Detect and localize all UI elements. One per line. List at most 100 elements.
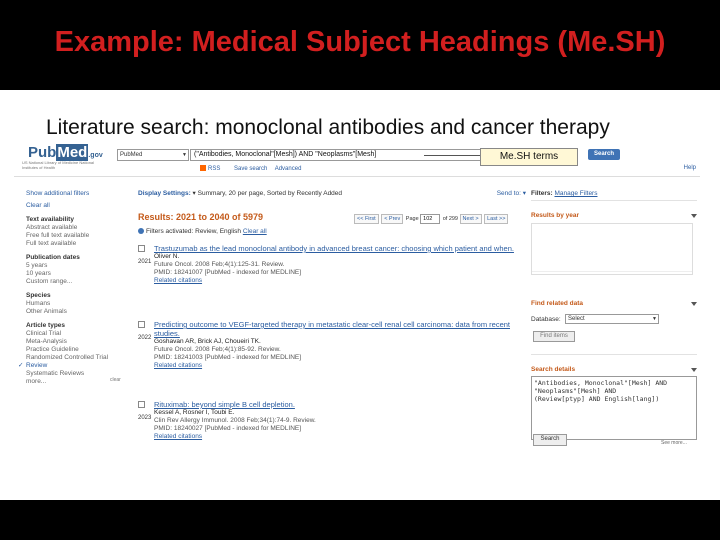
database-dropdown[interactable]: Select ▼ [565, 314, 659, 324]
results-by-year-chart[interactable] [531, 223, 693, 275]
clear-all-link[interactable]: Clear all [26, 202, 136, 210]
filter-item[interactable]: Free full text available [26, 232, 136, 240]
logo-gov: .gov [88, 152, 103, 159]
result-checkbox[interactable] [138, 245, 145, 252]
rss-link[interactable]: RSS [200, 165, 226, 172]
result-title-link[interactable]: Trastuzumab as the lead monoclonal antib… [154, 244, 526, 253]
pagination: << First < Prev Page 102 of 299 Next > L… [354, 214, 509, 224]
related-citations-link[interactable]: Related citations [154, 277, 526, 285]
result-number: 2022 [138, 335, 152, 341]
result-journal: Future Oncol. 2008 Feb;4(1):125-31. Revi… [154, 261, 285, 268]
result-journal: Clin Rev Allergy Immunol. 2008 Feb;34(1)… [154, 417, 316, 424]
filter-item[interactable]: 5 years [26, 262, 136, 270]
database-select[interactable]: PubMed ▼ [117, 149, 189, 161]
chevron-down-icon: ▼ [182, 152, 187, 158]
search-details-heading: Search details [531, 366, 576, 373]
result-number: 2023 [138, 415, 152, 421]
result-journal: Future Oncol. 2008 Feb;4(1):85-92. Revie… [154, 346, 281, 353]
filter-item[interactable]: 10 years [26, 270, 136, 278]
result-number: 2021 [138, 259, 152, 265]
result-pmid: PMID: 18240027 [PubMed - indexed for MED… [154, 425, 302, 432]
filter-item[interactable]: Clinical Trial [26, 330, 136, 338]
chevron-down-icon: ▾ [192, 190, 196, 197]
database-select-value: PubMed [120, 152, 143, 158]
result-title-link[interactable]: Rituximab: beyond simple B cell depletio… [154, 400, 526, 409]
manage-filters-link[interactable]: Manage Filters [554, 190, 597, 197]
result-checkbox[interactable] [138, 321, 145, 328]
advanced-link[interactable]: Advanced [275, 166, 302, 172]
last-page-button[interactable]: Last >> [484, 214, 509, 224]
rss-icon [200, 165, 206, 171]
callout-pointer [424, 155, 480, 156]
filters-heading: Filters: Manage Filters [531, 190, 598, 197]
send-to-link[interactable]: Send to: ▾ [497, 190, 526, 198]
next-page-button[interactable]: Next > [459, 214, 482, 224]
display-settings-link[interactable]: Display Settings: [138, 190, 191, 197]
divider [531, 200, 697, 201]
page-input[interactable]: 102 [420, 214, 441, 224]
filter-item[interactable]: Practice Guideline [26, 346, 136, 354]
species-heading: Species [26, 292, 51, 299]
article-types-heading: Article types [26, 322, 66, 329]
prev-page-button[interactable]: < Prev [381, 214, 404, 224]
search-button[interactable]: Search [588, 149, 620, 160]
logo-pub: Pub [28, 144, 57, 161]
logo-med: Med [56, 144, 89, 161]
result-pmid: PMID: 18241003 [PubMed - indexed for MED… [154, 354, 302, 361]
logo-subtitle: US National Library of Medicine National… [22, 160, 95, 170]
result-title-link[interactable]: Predicting outcome to VEGF-targeted ther… [154, 320, 526, 338]
filter-item[interactable]: Full text available [26, 240, 136, 248]
check-icon: ✓ [18, 362, 24, 369]
filter-item[interactable]: Meta-Analysis [26, 338, 136, 346]
pubmed-header: PubMed.gov US National Library of Medici… [14, 140, 700, 177]
collapse-icon[interactable] [691, 368, 697, 372]
text-availability-heading: Text availability [26, 216, 74, 223]
slide-subtitle: Literature search: monoclonal antibodies… [46, 116, 610, 139]
display-settings-row: Display Settings: ▾ Summary, 20 per page… [138, 190, 528, 199]
search-links: RSS Save search Advanced [200, 165, 307, 172]
filters-activated: Filters activated: Review, English Clear… [138, 228, 267, 236]
save-search-link[interactable]: Save search [234, 166, 267, 172]
first-page-button[interactable]: << First [354, 214, 379, 224]
see-more-link[interactable]: See more... [661, 439, 687, 447]
page-label: Page [405, 216, 419, 222]
filter-item[interactable]: Randomized Controlled Trial [26, 354, 136, 362]
slide-title: Example: Medical Subject Headings (Me.SH… [54, 26, 666, 58]
display-settings-value: Summary, 20 per page, Sorted by Recently… [197, 190, 343, 197]
find-items-button[interactable]: Find items [533, 331, 575, 342]
collapse-icon[interactable] [691, 214, 697, 218]
article-types-clear-link[interactable]: clear [110, 377, 121, 383]
chevron-down-icon: ▼ [652, 316, 657, 322]
search-details-query[interactable]: "Antibodies, Monoclonal"[Mesh] AND "Neop… [531, 376, 697, 440]
find-related-heading: Find related data [531, 300, 584, 307]
filter-item[interactable]: Humans [26, 300, 136, 308]
filter-icon [138, 228, 144, 234]
collapse-icon[interactable] [691, 302, 697, 306]
results-count: Results: 2021 to 2040 of 5979 [138, 212, 264, 222]
filter-item[interactable]: Other Animals [26, 308, 136, 316]
related-citations-link[interactable]: Related citations [154, 362, 526, 370]
mesh-callout: Me.SH terms [480, 148, 578, 166]
filter-sidebar: Show additional filters Clear all Text a… [18, 190, 136, 386]
result-authors: Kessel A, Rosner I, Toubi E. [154, 409, 235, 416]
filter-item[interactable]: Abstract available [26, 224, 136, 232]
pubmed-logo[interactable]: PubMed.gov [22, 143, 104, 161]
filters-clear-link[interactable]: Clear all [243, 228, 267, 235]
result-checkbox[interactable] [138, 401, 145, 408]
result-pmid: PMID: 18241007 [PubMed - indexed for MED… [154, 269, 302, 276]
result-authors: Goshavan AR, Brick AJ, Choueiri TK. [154, 338, 261, 345]
show-filters-link[interactable]: Show additional filters [26, 190, 136, 198]
search-details-button[interactable]: Search [533, 434, 567, 446]
filter-item[interactable]: Custom range... [26, 278, 136, 286]
page-of: of 299 [442, 216, 458, 222]
publication-dates-heading: Publication dates [26, 254, 80, 261]
pubmed-screenshot: PubMed.gov US National Library of Medici… [14, 140, 700, 470]
database-label: Database: [531, 316, 561, 323]
filter-item-checked[interactable]: ✓ Review [18, 362, 136, 370]
help-link[interactable]: Help [684, 165, 696, 171]
related-citations-link[interactable]: Related citations [154, 433, 526, 441]
divider [531, 354, 697, 355]
slide-title-bar: Example: Medical Subject Headings (Me.SH… [0, 0, 720, 90]
result-authors: Oliver N. [154, 253, 180, 260]
results-by-year-heading: Results by year [531, 212, 580, 219]
